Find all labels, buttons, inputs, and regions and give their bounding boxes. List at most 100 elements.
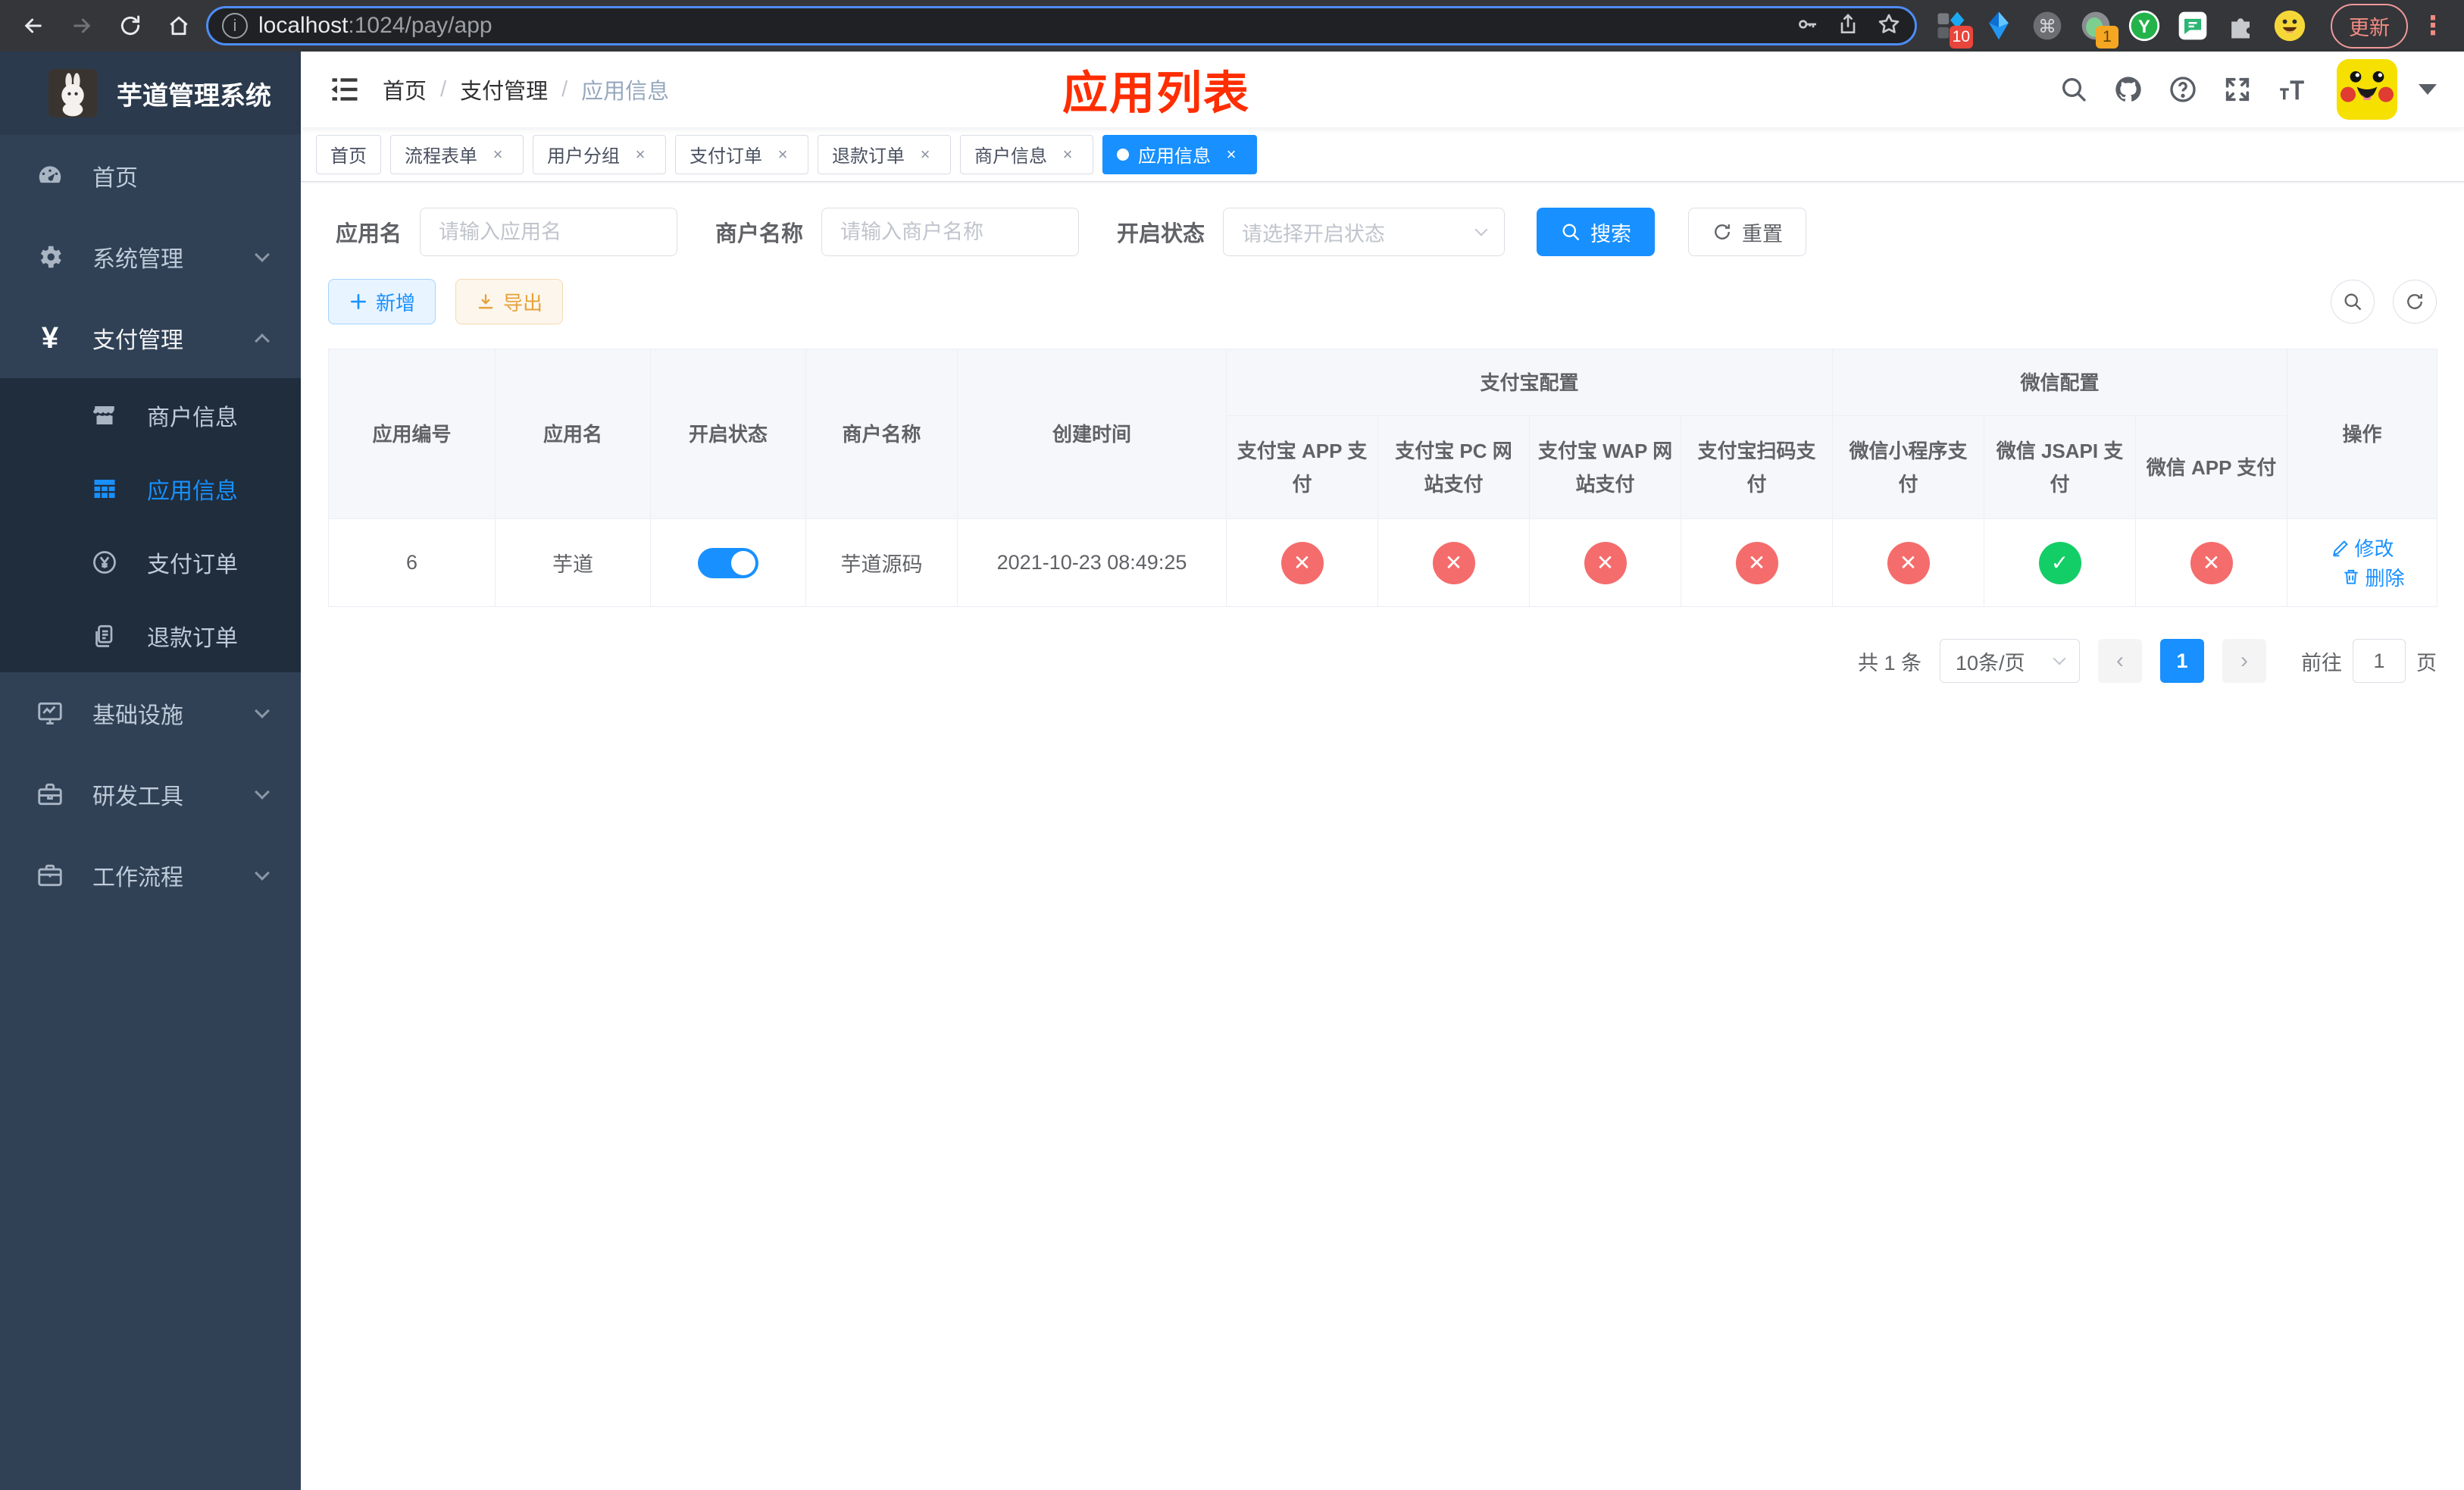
bookmark-star-icon[interactable]: [1877, 12, 1901, 40]
chevron-down-icon: [255, 246, 270, 262]
add-button[interactable]: 新增: [328, 279, 436, 324]
toggle-search-button[interactable]: [2331, 280, 2375, 324]
sidebar-fold-icon[interactable]: [328, 73, 361, 106]
tab-home[interactable]: 首页: [316, 134, 381, 174]
sidebar-item-home[interactable]: 首页: [0, 135, 301, 216]
edit-link[interactable]: 修改: [2331, 534, 2394, 562]
col-merchant: 商户名称: [805, 349, 958, 519]
puzzle-extensions-icon[interactable]: [2225, 9, 2258, 42]
home-icon[interactable]: [158, 5, 200, 47]
chevron-down-icon: [255, 865, 270, 881]
sidebar-item-dev-tools[interactable]: 研发工具: [0, 753, 301, 834]
app-logo[interactable]: 芋道管理系统: [0, 52, 301, 135]
merchant-name-input[interactable]: [821, 208, 1080, 256]
alipay-wap-status-icon: ✕: [1584, 541, 1627, 584]
sidebar-item-label: 系统管理: [92, 246, 183, 272]
sidebar-item-payment[interactable]: ¥ 支付管理: [0, 297, 301, 378]
tags-bar: 首页 流程表单 × 用户分组 × 支付订单 × 退款订单 × 商户信息 × 应用信息 ×: [301, 127, 2464, 182]
chat-extension-icon[interactable]: [2176, 9, 2209, 42]
briefcase-icon: [35, 860, 65, 891]
reload-icon[interactable]: [109, 5, 152, 47]
monitor-icon: [35, 698, 65, 728]
table-toolbar: 新增 导出: [328, 279, 2437, 324]
app-title: 芋道管理系统: [117, 81, 271, 111]
sidebar-item-pay-orders[interactable]: 支付订单: [0, 525, 301, 599]
url-bar[interactable]: i localhost:1024/pay/app: [206, 6, 1917, 45]
sidebar-item-label: 首页: [92, 165, 138, 191]
circle-extension-icon[interactable]: 1: [2079, 9, 2118, 49]
status-select[interactable]: 请选择开启状态: [1223, 208, 1506, 256]
top-navbar: 首页 / 支付管理 / 应用信息 应用列表: [301, 52, 2464, 127]
help-icon[interactable]: [2161, 67, 2205, 111]
back-icon[interactable]: [12, 5, 55, 47]
tab-pay-orders[interactable]: 支付订单 ×: [675, 134, 808, 174]
search-button[interactable]: 搜索: [1537, 208, 1656, 256]
tab-process-form[interactable]: 流程表单 ×: [390, 134, 524, 174]
yen-icon: ¥: [41, 321, 59, 355]
breadcrumb-current: 应用信息: [581, 80, 670, 104]
sidebar-item-infrastructure[interactable]: 基础设施: [0, 672, 301, 753]
app-name-input[interactable]: [420, 208, 678, 256]
export-button[interactable]: 导出: [455, 279, 564, 324]
site-info-icon[interactable]: i: [222, 13, 248, 39]
enabled-toggle[interactable]: [698, 547, 758, 578]
page-annotation: 应用列表: [1062, 67, 1250, 119]
browser-menu-icon[interactable]: ⋮: [2414, 11, 2452, 41]
close-icon[interactable]: ×: [771, 143, 794, 166]
extensions-tray: 10 ⌘ 1 Y: [1923, 9, 2317, 49]
user-avatar[interactable]: [2337, 59, 2397, 120]
grid-extension-icon[interactable]: 10: [1934, 9, 1973, 49]
goto-unit-label: 页: [2416, 651, 2437, 675]
share-icon[interactable]: [1836, 12, 1860, 40]
gear-icon: [35, 242, 65, 272]
sidebar-item-refund-orders[interactable]: 退款订单: [0, 599, 301, 672]
tab-refund-orders[interactable]: 退款订单 ×: [818, 134, 951, 174]
fullscreen-icon[interactable]: [2215, 67, 2259, 111]
tab-merchant-info[interactable]: 商户信息 ×: [960, 134, 1093, 174]
close-icon[interactable]: ×: [629, 143, 652, 166]
col-alipay-wap: 支付宝 WAP 网站支付: [1529, 415, 1681, 519]
col-wechat-app: 微信 APP 支付: [2135, 415, 2288, 519]
password-key-icon[interactable]: [1795, 12, 1819, 40]
reset-button[interactable]: 重置: [1688, 208, 1807, 256]
browser-toolbar: i localhost:1024/pay/app 10 ⌘ 1 Y 更新 ⋮: [0, 0, 2464, 52]
next-page-button[interactable]: ›: [2222, 639, 2266, 683]
page-size-select[interactable]: 10条/页: [1940, 639, 2080, 683]
prev-page-button[interactable]: ‹: [2098, 639, 2142, 683]
sidebar-item-label: 基础设施: [92, 703, 183, 728]
refresh-button[interactable]: [2393, 280, 2437, 324]
close-icon[interactable]: ×: [486, 143, 509, 166]
forward-icon[interactable]: [61, 5, 103, 47]
page-1-button[interactable]: 1: [2160, 639, 2204, 683]
github-icon[interactable]: [2106, 67, 2150, 111]
col-app-name: 应用名: [495, 349, 651, 519]
close-icon[interactable]: ×: [1056, 143, 1079, 166]
font-size-icon[interactable]: [2270, 67, 2314, 111]
command-extension-icon[interactable]: ⌘: [2031, 9, 2064, 42]
close-icon[interactable]: ×: [914, 143, 937, 166]
sidebar-item-workflow[interactable]: 工作流程: [0, 834, 301, 916]
kite-extension-icon[interactable]: [1982, 9, 2015, 42]
chrome-update-button[interactable]: 更新: [2331, 3, 2408, 49]
profile-avatar-icon[interactable]: [2273, 9, 2306, 42]
search-icon[interactable]: [2052, 67, 2096, 111]
y-logo-extension-icon[interactable]: Y: [2128, 9, 2161, 42]
sidebar-item-system[interactable]: 系统管理: [0, 216, 301, 297]
sidebar-item-label: 应用信息: [147, 478, 238, 504]
pagination: 共 1 条 10条/页 ‹ 1 › 前往 页: [328, 639, 2437, 683]
close-icon[interactable]: ×: [1220, 143, 1243, 166]
avatar-dropdown-icon[interactable]: [2419, 84, 2437, 95]
col-operations: 操作: [2287, 349, 2438, 519]
tab-app-info[interactable]: 应用信息 ×: [1102, 134, 1257, 174]
chevron-down-icon: [1474, 223, 1488, 236]
sidebar-item-app-info[interactable]: 应用信息: [0, 452, 301, 525]
breadcrumb: 首页 / 支付管理 / 应用信息: [383, 74, 669, 105]
sidebar-item-label: 工作流程: [92, 865, 183, 891]
breadcrumb-payment[interactable]: 支付管理: [460, 74, 548, 105]
tab-user-group[interactable]: 用户分组 ×: [533, 134, 666, 174]
alipay-pc-status-icon: ✕: [1432, 541, 1475, 584]
sidebar-item-merchant-info[interactable]: 商户信息: [0, 378, 301, 452]
breadcrumb-home[interactable]: 首页: [383, 74, 427, 105]
delete-link[interactable]: 删除: [2341, 563, 2405, 591]
goto-page-input[interactable]: [2353, 639, 2406, 683]
